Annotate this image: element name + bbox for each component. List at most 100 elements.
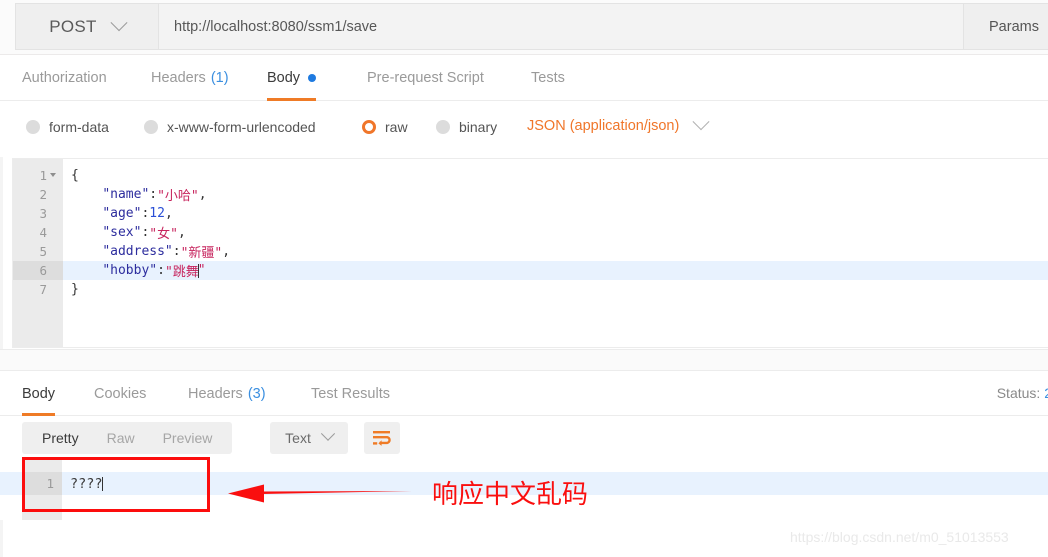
params-button[interactable]: Params	[964, 3, 1048, 50]
code-token: 12	[149, 206, 165, 221]
response-tab-headers[interactable]: Headers (3)	[188, 371, 266, 416]
response-body-text: ????	[70, 475, 103, 492]
status-badge: Status: 2	[997, 385, 1048, 401]
editor-line-text: {	[71, 166, 79, 185]
editor-line[interactable]: 6 "hobby": "跳舞 "	[13, 261, 1048, 280]
code-token: ,	[198, 187, 207, 202]
tab-tests[interactable]: Tests	[531, 55, 565, 101]
editor-line-text: }	[71, 280, 79, 299]
code-token: "小哈"	[157, 189, 199, 204]
radio-binary-icon	[436, 120, 450, 134]
code-token: {	[71, 168, 79, 183]
editor-line-number: 3	[39, 206, 47, 221]
code-token: ,	[222, 244, 231, 259]
watermark: https://blog.csdn.net/m0_51013553	[790, 529, 1009, 545]
radio-raw-label: raw	[385, 119, 408, 135]
fold-triangle-icon[interactable]	[50, 173, 56, 177]
editor-line[interactable]: 7}	[13, 280, 1048, 299]
tab-headers-count: (1)	[210, 70, 229, 86]
response-tab-body[interactable]: Body	[22, 371, 56, 416]
text-caret	[101, 476, 103, 491]
editor-line-text: "hobby": "跳舞 "	[71, 261, 205, 280]
editor-line-text: "sex": "女",	[71, 223, 186, 242]
response-tab-bar: Body Cookies Headers (3) Test Results St…	[0, 371, 1048, 416]
chevron-down-icon	[320, 426, 335, 441]
request-body-editor[interactable]: 1{2 "name": "小哈", 3 "age":12, 4 "sex": "女", 5…	[12, 158, 1048, 348]
radio-form-data-label: form-data	[49, 119, 109, 135]
params-label: Params	[989, 18, 1039, 35]
tab-headers[interactable]: Headers (1)	[151, 55, 229, 101]
response-line-number: 1	[46, 476, 54, 491]
response-tab-headers-label: Headers	[188, 385, 243, 402]
code-token: "address"	[102, 244, 173, 259]
response-tab-cookies-label: Cookies	[94, 385, 147, 402]
unsaved-dot-icon	[308, 74, 317, 82]
code-token: "sex"	[102, 225, 142, 240]
editor-line-number: 6	[39, 263, 47, 278]
pane-splitter[interactable]	[0, 349, 1048, 371]
word-wrap-button[interactable]	[364, 422, 400, 454]
http-method-label: POST	[49, 16, 97, 36]
tab-headers-label: Headers	[151, 70, 206, 86]
editor-line[interactable]: 3 "age":12,	[13, 204, 1048, 223]
radio-raw-icon	[362, 120, 376, 134]
view-mode-preview[interactable]: Preview	[149, 422, 227, 454]
view-mode-raw[interactable]: Raw	[93, 422, 149, 454]
tab-authorization-label: Authorization	[22, 70, 107, 86]
body-type-selector: form-data x-www-form-urlencoded raw bina…	[0, 101, 1048, 157]
editor-line[interactable]: 4 "sex": "女",	[13, 223, 1048, 242]
code-token: :	[141, 225, 150, 240]
response-tab-body-label: Body	[22, 385, 56, 402]
radio-raw[interactable]: raw	[362, 119, 408, 135]
response-view-toolbar: Pretty Raw Preview Text	[0, 416, 1048, 460]
status-label: Status:	[996, 385, 1041, 401]
code-token: :	[149, 187, 158, 202]
radio-binary[interactable]: binary	[436, 119, 497, 135]
chevron-down-icon	[692, 113, 710, 131]
status-code: 2	[1044, 385, 1048, 401]
code-token: "跳舞	[164, 265, 199, 280]
chevron-down-icon	[110, 13, 128, 31]
tab-authorization[interactable]: Authorization	[22, 55, 107, 101]
response-body-viewer[interactable]: 1 ????	[0, 460, 1048, 520]
tab-body-label: Body	[267, 70, 301, 86]
editor-line[interactable]: 2 "name": "小哈",	[13, 185, 1048, 204]
editor-line[interactable]: 5 "address": "新疆",	[13, 242, 1048, 261]
tab-tests-label: Tests	[531, 70, 565, 86]
http-method-selector[interactable]: POST	[15, 3, 158, 50]
tab-body[interactable]: Body	[267, 55, 317, 101]
response-body-content: ????	[70, 472, 103, 495]
editor-line-text: "age":12,	[71, 204, 173, 223]
radio-x-www-form-urlencoded-icon	[144, 120, 158, 134]
radio-form-data-icon	[26, 120, 40, 134]
editor-line-number: 2	[39, 187, 47, 202]
content-type-label: JSON (application/json)	[527, 118, 680, 134]
radio-x-www-form-urlencoded[interactable]: x-www-form-urlencoded	[144, 119, 316, 135]
code-token: :	[141, 206, 150, 221]
response-tab-cookies[interactable]: Cookies	[94, 371, 146, 416]
request-url-input[interactable]: http://localhost:8080/ssm1/save	[158, 3, 964, 50]
tab-pre-request-script-label: Pre-request Script	[367, 70, 484, 86]
response-format-dropdown[interactable]: Text	[270, 422, 348, 454]
response-active-line-highlight	[0, 472, 1048, 495]
code-token: "age"	[102, 206, 142, 221]
code-token: ,	[177, 225, 186, 240]
editor-line[interactable]: 1{	[13, 166, 1048, 185]
view-mode-pretty[interactable]: Pretty	[28, 422, 93, 454]
code-token: "新疆"	[180, 246, 223, 261]
code-token: ,	[164, 206, 173, 221]
radio-form-data[interactable]: form-data	[26, 119, 109, 135]
editor-line-text: "address": "新疆",	[71, 242, 230, 261]
request-url-value: http://localhost:8080/ssm1/save	[174, 18, 378, 35]
radio-x-www-form-urlencoded-label: x-www-form-urlencoded	[167, 119, 316, 135]
content-type-dropdown[interactable]: JSON (application/json)	[527, 113, 710, 134]
code-token: "女"	[149, 227, 178, 242]
code-token: }	[71, 282, 79, 297]
response-tab-test-results[interactable]: Test Results	[311, 371, 390, 416]
code-token: :	[157, 263, 165, 278]
request-url-bar: POST http://localhost:8080/ssm1/save Par…	[0, 0, 1048, 55]
tab-pre-request-script[interactable]: Pre-request Script	[367, 55, 484, 101]
